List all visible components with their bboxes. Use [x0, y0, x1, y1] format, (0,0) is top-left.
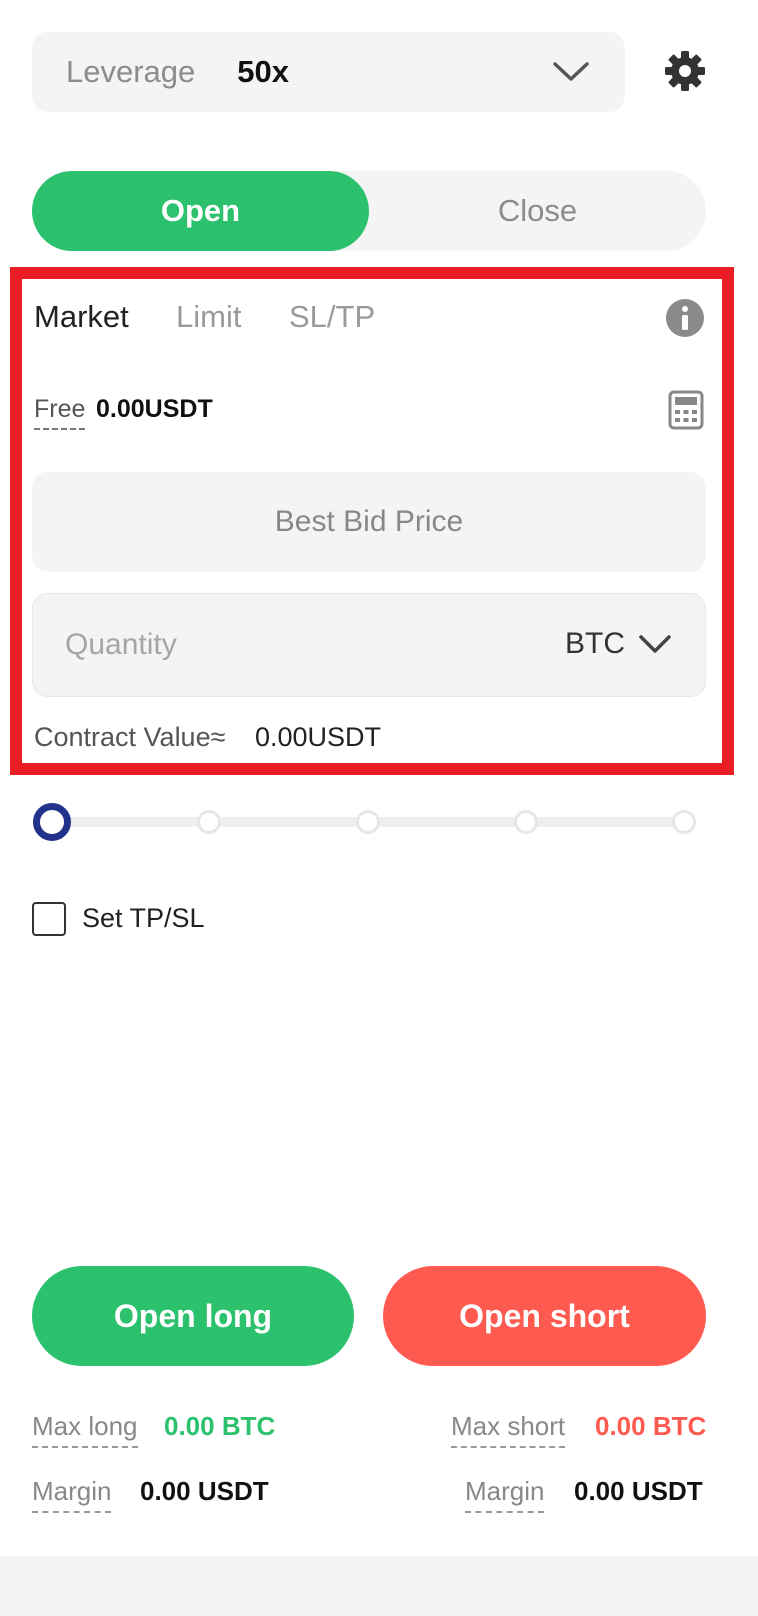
slider-stop[interactable]	[514, 810, 538, 834]
free-balance-value: 0.00USDT	[96, 395, 213, 423]
free-balance-label[interactable]: Free	[34, 395, 86, 430]
max-short-value: 0.00 BTC	[595, 1411, 707, 1441]
leverage-selector[interactable]: Leverage 50x	[32, 32, 625, 112]
quantity-unit[interactable]: BTC	[565, 627, 625, 661]
margin-long-value: 0.00 USDT	[140, 1476, 269, 1506]
info-icon[interactable]	[665, 298, 705, 338]
margin-short-value: 0.00 USDT	[574, 1476, 703, 1506]
contract-value: 0.00USDT	[255, 722, 382, 752]
slider-thumb[interactable]	[33, 803, 71, 841]
chevron-down-icon[interactable]	[635, 624, 675, 664]
tab-close[interactable]: Close	[369, 171, 706, 251]
quantity-input[interactable]	[65, 622, 485, 668]
margin-short-label[interactable]: Margin	[465, 1476, 545, 1513]
open-long-button[interactable]: Open long	[32, 1266, 354, 1366]
chevron-down-icon	[551, 52, 591, 92]
contract-value-label: Contract Value≈	[34, 722, 226, 752]
max-long-value: 0.00 BTC	[164, 1411, 276, 1441]
slider-stop[interactable]	[672, 810, 696, 834]
tab-sltp[interactable]: SL/TP	[289, 299, 375, 335]
tpsl-label[interactable]: Set TP/SL	[82, 903, 205, 934]
price-field[interactable]: Best Bid Price	[32, 472, 706, 572]
max-long-label[interactable]: Max long	[32, 1411, 138, 1448]
slider-stop[interactable]	[356, 810, 380, 834]
tab-open[interactable]: Open	[32, 171, 369, 251]
margin-long-label[interactable]: Margin	[32, 1476, 112, 1513]
price-field-text: Best Bid Price	[274, 505, 464, 538]
leverage-label: Leverage	[66, 54, 196, 89]
leverage-value: 50x	[237, 54, 290, 89]
tab-market[interactable]: Market	[34, 299, 129, 335]
gear-icon[interactable]	[662, 48, 708, 94]
quantity-field: BTC	[32, 593, 706, 697]
bottom-strip	[0, 1556, 758, 1616]
slider-stop[interactable]	[197, 810, 221, 834]
tpsl-checkbox[interactable]	[32, 902, 66, 936]
open-short-button[interactable]: Open short	[383, 1266, 706, 1366]
calculator-icon[interactable]	[668, 390, 704, 430]
max-short-label[interactable]: Max short	[451, 1411, 566, 1448]
tab-limit[interactable]: Limit	[176, 299, 241, 335]
